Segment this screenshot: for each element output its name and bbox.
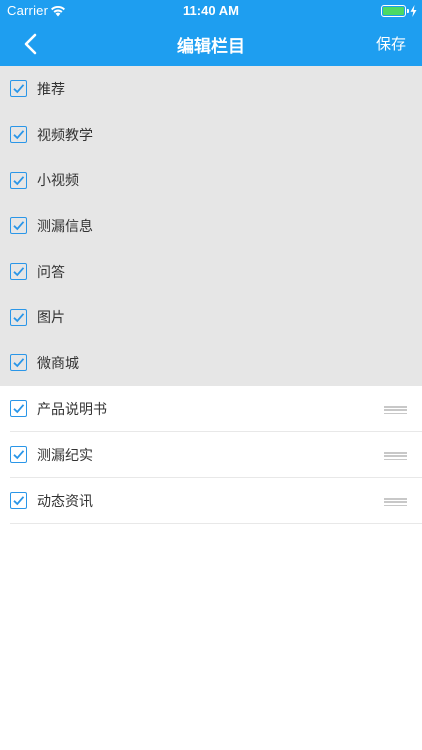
battery-tip — [407, 9, 409, 13]
list-item-label: 产品说明书 — [37, 401, 107, 418]
list-item[interactable]: 推荐 — [0, 66, 422, 112]
list-item-label: 推荐 — [37, 81, 65, 98]
list-item-label: 动态资讯 — [37, 493, 93, 510]
checkbox[interactable] — [10, 171, 27, 189]
list-item[interactable]: 产品说明书 — [10, 386, 422, 432]
navigation-bar: 编辑栏目 保存 — [0, 22, 422, 66]
checkmark-icon — [13, 221, 25, 231]
movable-channel-list: 产品说明书 测漏纪实 动态资讯 — [0, 386, 422, 524]
list-item-label: 问答 — [37, 264, 65, 281]
checkbox[interactable] — [10, 263, 27, 281]
list-item-label: 图片 — [37, 310, 65, 327]
list-item-label: 视频教学 — [37, 127, 93, 144]
checkmark-icon — [13, 175, 25, 186]
checkbox[interactable] — [10, 126, 27, 144]
checkbox[interactable] — [10, 217, 27, 235]
checkbox[interactable] — [10, 80, 27, 98]
checkbox[interactable] — [10, 446, 27, 463]
list-item[interactable]: 微商城 — [0, 340, 422, 386]
fixed-channel-list: 推荐 视频教学 小视频 测漏信息 问答 图片 微商城 — [0, 66, 422, 386]
checkmark-icon — [13, 404, 25, 414]
back-arrow-icon[interactable] — [18, 32, 46, 56]
battery-level — [383, 7, 404, 15]
page-title: 编辑栏目 — [177, 37, 245, 57]
checkmark-icon — [13, 312, 25, 323]
checkmark-icon — [13, 496, 25, 506]
list-item[interactable]: 视频教学 — [0, 112, 422, 158]
list-item[interactable]: 动态资讯 — [10, 478, 422, 524]
list-item[interactable]: 小视频 — [0, 157, 422, 203]
list-item-label: 微商城 — [37, 355, 79, 372]
drag-handle-icon[interactable] — [384, 498, 407, 506]
checkmark-icon — [13, 267, 25, 277]
header: Carrier 11:40 AM 编辑栏目 保存 — [0, 0, 422, 66]
checkbox[interactable] — [10, 308, 27, 326]
list-item-label: 测漏信息 — [37, 218, 93, 235]
list-item[interactable]: 测漏纪实 — [10, 432, 422, 478]
checkbox[interactable] — [10, 492, 27, 509]
charging-bolt-icon — [410, 5, 417, 17]
checkmark-icon — [13, 130, 25, 140]
checkmark-icon — [13, 358, 25, 368]
list-item[interactable]: 测漏信息 — [0, 203, 422, 249]
battery-icon — [381, 5, 406, 17]
list-item[interactable]: 问答 — [0, 249, 422, 295]
list-item[interactable]: 图片 — [0, 294, 422, 340]
status-bar: Carrier 11:40 AM — [0, 0, 422, 22]
save-button[interactable]: 保存 — [376, 33, 406, 54]
drag-handle-icon[interactable] — [384, 406, 407, 414]
list-item-label: 小视频 — [37, 173, 79, 190]
drag-handle-icon[interactable] — [384, 452, 407, 460]
checkbox[interactable] — [10, 400, 27, 417]
checkmark-icon — [13, 450, 25, 460]
clock: 11:40 AM — [183, 3, 239, 18]
checkbox[interactable] — [10, 354, 27, 372]
checkmark-icon — [13, 84, 25, 94]
list-item-label: 测漏纪实 — [37, 447, 93, 464]
